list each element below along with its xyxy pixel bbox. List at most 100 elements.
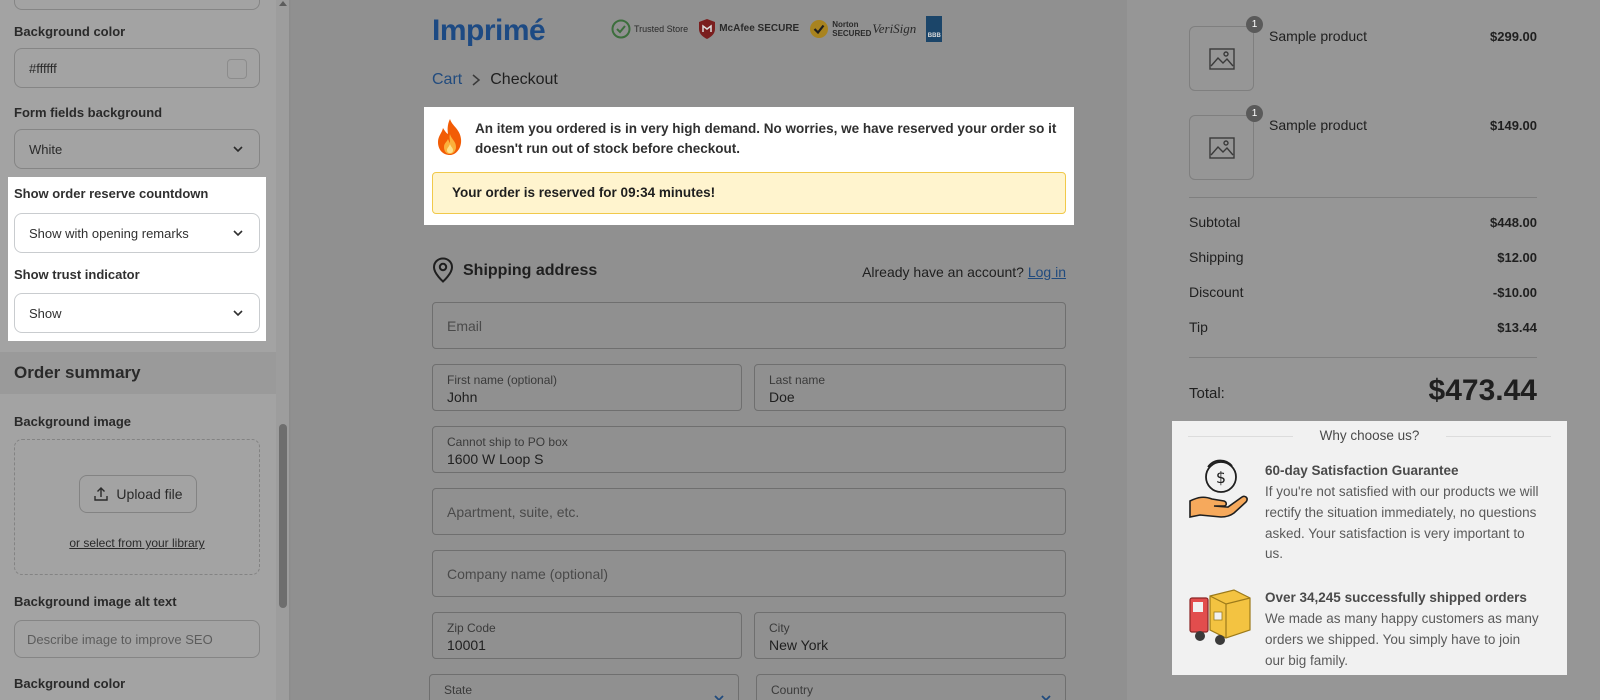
- address-field[interactable]: Cannot ship to PO box 1600 W Loop S: [432, 426, 1066, 473]
- product-name: Sample product: [1269, 28, 1368, 44]
- city-value: New York: [769, 637, 829, 653]
- order-reserve-select[interactable]: Show with opening remarks: [14, 213, 260, 253]
- zip-code-field[interactable]: Zip Code 10001: [432, 612, 742, 659]
- account-prompt: Already have an account? Log in: [862, 264, 1066, 280]
- delivery-truck-icon: [1189, 589, 1251, 645]
- shipping-label: Shipping: [1189, 249, 1244, 265]
- background-color-input[interactable]: #ffffff: [14, 48, 260, 88]
- background-color-label: Background color: [14, 24, 126, 39]
- total-value: $473.44: [1428, 374, 1537, 407]
- image-placeholder-icon: [1209, 137, 1235, 159]
- form-fields-bg-select[interactable]: White: [14, 129, 260, 169]
- scroll-up-arrow-icon[interactable]: [279, 1, 287, 6]
- tip-label: Tip: [1189, 319, 1208, 335]
- chevron-down-icon: [233, 230, 243, 237]
- last-name-field[interactable]: Last name Doe: [754, 364, 1066, 411]
- mcafee-badge: McAfee SECURE: [698, 16, 799, 42]
- upload-file-button[interactable]: Upload file: [79, 475, 197, 513]
- shipping-title: Shipping address: [463, 262, 598, 279]
- checkout-preview: Imprimé Trusted Store McAfee SECURE Nort…: [291, 0, 1127, 700]
- guarantee-text: If you're not satisfied with our product…: [1265, 484, 1539, 562]
- shipped-orders-heading: Over 34,245 successfully shipped orders: [1265, 590, 1527, 605]
- country-label: Country: [771, 683, 814, 697]
- company-field[interactable]: Company name (optional): [432, 550, 1066, 597]
- city-label: City: [769, 621, 790, 635]
- apartment-field[interactable]: Apartment, suite, etc.: [432, 488, 1066, 535]
- country-select[interactable]: Country: [756, 674, 1066, 700]
- scrollbar-thumb[interactable]: [279, 424, 287, 608]
- first-name-label: First name (optional): [447, 373, 558, 387]
- demand-message: An item you ordered is in very high dema…: [475, 121, 1057, 156]
- background-image-label: Background image: [14, 414, 132, 429]
- company-placeholder: Company name (optional): [447, 566, 609, 582]
- highlighted-settings: Show order reserve countdown Show with o…: [8, 177, 266, 341]
- color-swatch[interactable]: [227, 59, 247, 79]
- city-field[interactable]: City New York: [754, 612, 1066, 659]
- apartment-placeholder: Apartment, suite, etc.: [447, 504, 580, 520]
- alt-text-label: Background image alt text: [14, 594, 177, 609]
- trusted-store-badge: Trusted Store: [611, 16, 688, 42]
- fire-icon: [438, 119, 462, 155]
- alt-text-input[interactable]: Describe image to improve SEO: [14, 620, 260, 658]
- last-name-value: Doe: [769, 389, 795, 405]
- settings-sidebar: Background color #ffffff Form fields bac…: [0, 0, 290, 700]
- state-select[interactable]: State: [429, 674, 739, 700]
- svg-text:$: $: [1216, 468, 1226, 487]
- email-placeholder: Email: [447, 318, 483, 334]
- form-fields-bg-label: Form fields background: [14, 105, 163, 120]
- first-name-field[interactable]: First name (optional) John: [432, 364, 742, 411]
- zip-label: Zip Code: [447, 621, 496, 635]
- chevron-down-icon: [1041, 695, 1051, 700]
- norton-badge: Norton SECURED: [809, 16, 871, 42]
- order-summary-panel: 1 Sample product $299.00 1 Sample produc…: [1127, 0, 1600, 700]
- login-link[interactable]: Log in: [1028, 264, 1066, 280]
- product-price: $149.00: [1490, 118, 1537, 133]
- divider: [1189, 197, 1537, 198]
- reserve-countdown-banner: Your order is reserved for 09:34 minutes…: [432, 172, 1066, 214]
- state-label: State: [444, 683, 473, 697]
- order-summary-section-title[interactable]: Order summary: [0, 352, 276, 394]
- product-thumbnail: [1189, 26, 1254, 91]
- guarantee-heading: 60-day Satisfaction Guarantee: [1265, 463, 1459, 478]
- last-name-label: Last name: [769, 373, 826, 387]
- subtotal-label: Subtotal: [1189, 214, 1241, 230]
- email-field[interactable]: Email: [432, 302, 1066, 349]
- chevron-right-icon: [472, 74, 481, 86]
- upload-dropzone[interactable]: Upload file or select from your library: [14, 439, 260, 575]
- discount-label: Discount: [1189, 284, 1244, 300]
- subtotal-value: $448.00: [1490, 215, 1537, 230]
- norton-check-icon: [810, 20, 829, 38]
- total-label: Total:: [1189, 385, 1225, 402]
- shield-icon: [699, 19, 716, 39]
- verisign-badge: VeriSign: [872, 21, 917, 36]
- trust-indicator-label: Show trust indicator: [14, 267, 140, 282]
- tip-value: $13.44: [1497, 320, 1537, 335]
- breadcrumb: Cart Checkout: [432, 71, 558, 89]
- trust-badges: Trusted Store McAfee SECURE Norton SECUR…: [611, 16, 943, 42]
- why-choose-us-panel: Why choose us? $ 60-day Satisfaction Gua…: [1172, 421, 1567, 675]
- first-name-value: John: [447, 389, 478, 405]
- breadcrumb-cart-link[interactable]: Cart: [432, 71, 462, 89]
- trust-indicator-select[interactable]: Show: [14, 293, 260, 333]
- quantity-badge: 1: [1246, 16, 1263, 33]
- product-thumbnail: [1189, 115, 1254, 180]
- store-logo[interactable]: Imprimé: [432, 14, 546, 48]
- bbb-badge: BBB: [926, 16, 943, 42]
- money-back-hand-icon: $: [1189, 459, 1248, 518]
- image-placeholder-icon: [1209, 48, 1235, 70]
- chevron-down-icon: [233, 310, 243, 317]
- why-choose-us-title: Why choose us?: [1319, 428, 1420, 443]
- background-color-label-2: Background color: [14, 676, 126, 691]
- why-choose-us-header: Why choose us?: [1188, 428, 1551, 444]
- upload-icon: [94, 487, 109, 501]
- quantity-badge: 1: [1246, 105, 1263, 122]
- previous-field[interactable]: [14, 0, 260, 10]
- product-price: $299.00: [1490, 29, 1537, 44]
- shipping-value: $12.00: [1497, 250, 1537, 265]
- order-reserve-label: Show order reserve countdown: [14, 186, 209, 201]
- address-label: Cannot ship to PO box: [447, 435, 568, 449]
- high-demand-notice: An item you ordered is in very high dema…: [424, 107, 1074, 225]
- select-from-library-link[interactable]: or select from your library: [15, 536, 259, 550]
- checkmark-seal-icon: [611, 19, 631, 39]
- shipping-address-header: Shipping address Already have an account…: [432, 256, 1066, 286]
